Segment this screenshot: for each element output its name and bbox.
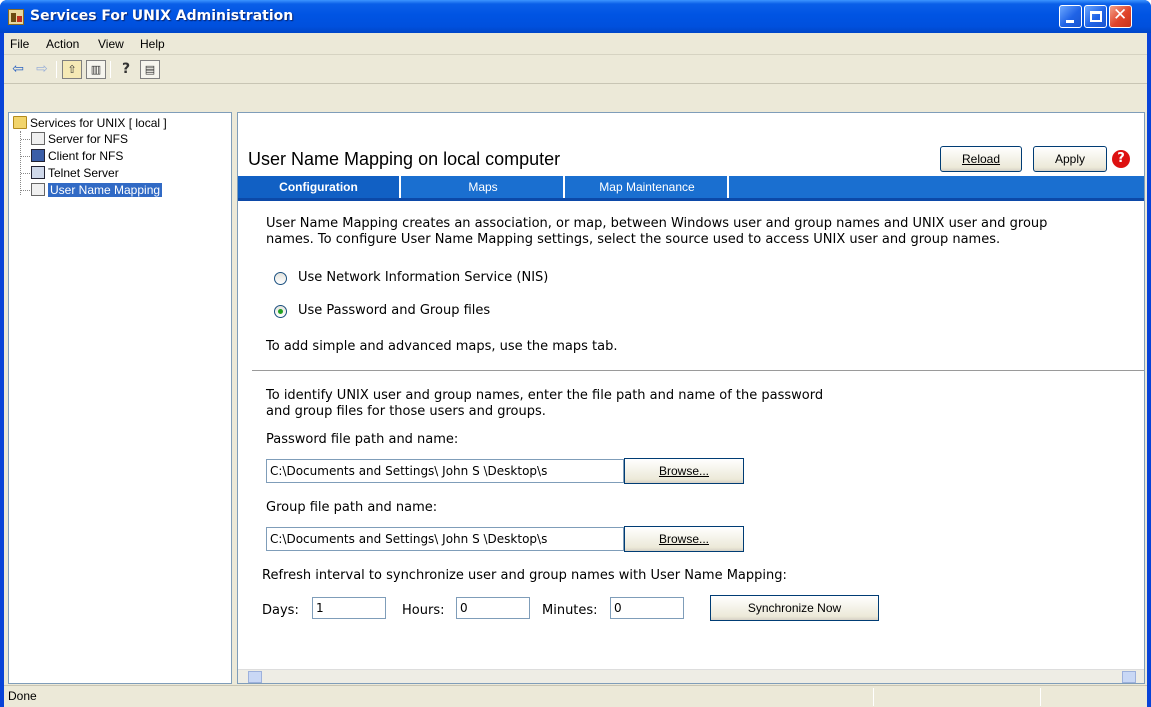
app-icon (8, 9, 24, 25)
help-icon[interactable]: ? (1112, 150, 1130, 168)
tree-item-label: Server for NFS (48, 132, 129, 146)
days-input[interactable]: 1 (312, 597, 386, 619)
reload-label: Reload (961, 152, 1001, 166)
maximize-button[interactable] (1084, 5, 1107, 28)
app-window: Services For UNIX Administration ✕ File … (0, 0, 1151, 707)
tree-connector (21, 173, 30, 174)
tree-connector (21, 156, 30, 157)
scroll-right-icon[interactable] (1122, 671, 1136, 683)
window-title: Services For UNIX Administration (30, 8, 294, 24)
up-folder-icon[interactable]: ⇧ (62, 60, 82, 79)
computer-icon (31, 149, 45, 162)
menu-help[interactable]: Help (140, 37, 165, 51)
tab-maps[interactable]: Maps (403, 176, 565, 198)
console-tree: Services for UNIX [ local ] Server for N… (8, 112, 232, 684)
group-file-input[interactable]: C:\Documents and Settings\ John S \Deskt… (266, 527, 624, 551)
section-divider (252, 370, 1144, 372)
minimize-button[interactable] (1059, 5, 1082, 28)
show-hide-tree-icon[interactable]: ▥ (86, 60, 106, 79)
apply-label: Apply (1054, 152, 1086, 166)
tree-item-label: User Name Mapping (48, 183, 163, 197)
files-text-line-1: To identify UNIX user and group names, e… (266, 388, 824, 403)
scroll-left-icon[interactable] (248, 671, 262, 683)
toolbar-separator (56, 61, 57, 78)
menu-view[interactable]: View (98, 37, 124, 51)
minimize-icon (1066, 20, 1074, 23)
toolbar: ⇦ ⇨ ⇧ ▥ ? ▤ (4, 56, 1147, 84)
tree-root[interactable]: Services for UNIX [ local ] (13, 115, 167, 131)
tree-connector (21, 139, 30, 140)
tree-root-label: Services for UNIX [ local ] (30, 116, 167, 130)
title-bar[interactable]: Services For UNIX Administration ✕ (0, 0, 1151, 33)
refresh-interval-label: Refresh interval to synchronize user and… (262, 568, 787, 583)
horizontal-scrollbar[interactable] (238, 669, 1144, 683)
status-divider (1040, 688, 1041, 706)
nis-radio[interactable] (274, 272, 287, 285)
menu-bar: File Action View Help (4, 33, 1147, 55)
menu-action[interactable]: Action (46, 37, 79, 51)
maximize-icon (1090, 11, 1102, 22)
password-browse-button[interactable]: Browse... (624, 458, 744, 484)
nis-radio-label[interactable]: Use Network Information Service (NIS) (298, 270, 548, 286)
telnet-icon (31, 166, 45, 179)
sync-label: Synchronize Now (747, 601, 842, 615)
tree-item-label: Telnet Server (48, 166, 119, 180)
tree-item-client-for-nfs[interactable]: Client for NFS (31, 148, 123, 164)
files-text-line-2: and group files for those users and grou… (266, 404, 546, 419)
server-icon (31, 183, 45, 196)
status-text: Done (8, 689, 37, 703)
page-title: User Name Mapping on local computer (248, 149, 561, 169)
hours-label: Hours: (402, 603, 445, 618)
group-file-label: Group file path and name: (266, 500, 438, 515)
forward-arrow-icon[interactable]: ⇨ (32, 60, 52, 79)
browse-label: Browse... (658, 464, 709, 478)
close-button[interactable]: ✕ (1109, 5, 1132, 28)
tree-connector (21, 190, 30, 191)
folder-icon (13, 116, 27, 129)
password-file-label: Password file path and name: (266, 432, 459, 447)
tree-item-telnet-server[interactable]: Telnet Server (31, 165, 119, 181)
intro-text-line-2: names. To configure User Name Mapping se… (266, 232, 1001, 247)
minutes-input[interactable]: 0 (610, 597, 684, 619)
server-icon (31, 132, 45, 145)
back-arrow-icon[interactable]: ⇦ (8, 60, 28, 79)
help-icon[interactable]: ? (116, 60, 136, 79)
intro-text-line-1: User Name Mapping creates an association… (266, 216, 1048, 231)
maps-hint-text: To add simple and advanced maps, use the… (266, 339, 618, 354)
minutes-label: Minutes: (542, 603, 598, 618)
tab-configuration[interactable]: Configuration (238, 176, 401, 198)
password-file-input[interactable]: C:\Documents and Settings\ John S \Deskt… (266, 459, 624, 483)
close-icon: ✕ (1113, 5, 1128, 25)
tab-map-maintenance[interactable]: Map Maintenance (567, 176, 729, 198)
synchronize-now-button[interactable]: Synchronize Now (710, 595, 879, 621)
tree-item-server-for-nfs[interactable]: Server for NFS (31, 131, 128, 147)
action-pane-icon[interactable]: ▤ (140, 60, 160, 79)
status-bar: Done (4, 685, 1147, 707)
browse-label: Browse... (658, 532, 709, 546)
tree-item-label: Client for NFS (48, 149, 124, 163)
tab-underline (238, 198, 1144, 201)
details-pane: User Name Mapping on local computer Relo… (237, 112, 1145, 684)
days-label: Days: (262, 603, 299, 618)
client-area: File Action View Help ⇦ ⇨ ⇧ ▥ ? ▤ Servic… (4, 33, 1147, 707)
reload-button[interactable]: Reload (940, 146, 1022, 172)
menu-file[interactable]: File (10, 37, 29, 51)
files-radio[interactable] (274, 305, 287, 318)
tab-strip: Configuration Maps Map Maintenance (238, 176, 1144, 198)
group-browse-button[interactable]: Browse... (624, 526, 744, 552)
toolbar-separator (110, 61, 111, 78)
apply-button[interactable]: Apply (1033, 146, 1107, 172)
files-radio-label[interactable]: Use Password and Group files (298, 303, 490, 319)
tree-item-user-name-mapping[interactable]: User Name Mapping (31, 182, 163, 198)
hours-input[interactable]: 0 (456, 597, 530, 619)
tree-connector (20, 131, 21, 195)
status-divider (873, 688, 874, 706)
